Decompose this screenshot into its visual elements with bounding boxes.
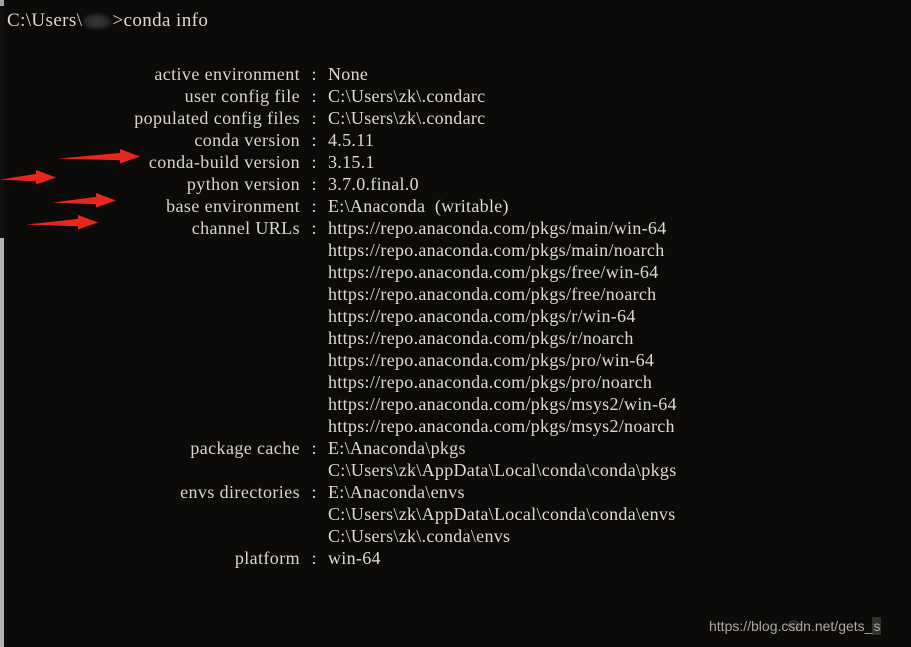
info-row-separator: : — [311, 174, 317, 194]
info-row-value: https://repo.anaconda.com/pkgs/pro/noarc… — [328, 372, 653, 392]
info-row-key: package cache — [190, 438, 300, 458]
info-row-value: 4.5.11 — [328, 130, 375, 150]
prompt-path-prefix: C:\Users\ — [7, 10, 83, 31]
prompt-caret: > — [112, 10, 124, 31]
info-row-separator: : — [311, 482, 317, 502]
info-row-value: https://repo.anaconda.com/pkgs/pro/win-6… — [328, 350, 655, 370]
info-row-value: E:\Anaconda\pkgs — [328, 438, 466, 458]
info-row-separator: : — [311, 108, 317, 128]
info-row: C:\Users\zk\AppData\Local\conda\conda\pk… — [0, 459, 911, 481]
info-row: C:\Users\zk\AppData\Local\conda\conda\en… — [0, 503, 911, 525]
info-row-key: base environment — [166, 196, 300, 216]
info-row-value: C:\Users\zk\AppData\Local\conda\conda\pk… — [328, 460, 677, 480]
info-row: C:\Users\zk\.conda\envs — [0, 525, 911, 547]
info-row-separator: : — [311, 438, 317, 458]
watermark-url-tail: s — [872, 617, 882, 635]
info-row-key: user config file — [184, 86, 300, 106]
info-row-key: populated config files — [134, 108, 300, 128]
info-row-value: 3.7.0.final.0 — [328, 174, 419, 194]
info-row: https://repo.anaconda.com/pkgs/pro/noarc… — [0, 371, 911, 393]
info-row-value: 3.15.1 — [328, 152, 375, 172]
info-row: channel URLs: https://repo.anaconda.com/p… — [0, 217, 911, 239]
info-row-value: https://repo.anaconda.com/pkgs/main/win-… — [328, 218, 667, 238]
info-row-value: None — [328, 64, 369, 84]
info-row-value: win-64 — [328, 548, 381, 568]
info-row-key: conda version — [194, 130, 300, 150]
info-row: base environment: E:\Anaconda (writable) — [0, 195, 911, 217]
info-row-separator: : — [311, 130, 317, 150]
info-row: conda version:4.5.11 — [0, 129, 911, 151]
info-row: platform: win-64 — [0, 547, 911, 569]
info-row-value: https://repo.anaconda.com/pkgs/main/noar… — [328, 240, 665, 260]
info-row: envs directories: E:\Anaconda\envs — [0, 481, 911, 503]
info-row: https://repo.anaconda.com/pkgs/free/noar… — [0, 283, 911, 305]
info-row-value: C:\Users\zk\AppData\Local\conda\conda\en… — [328, 504, 676, 524]
conda-info-terminal-window: C:\Users\ >conda info active environment:… — [0, 0, 911, 647]
info-row-key: active environment — [154, 64, 300, 84]
cut-off-output-line: /opt/conda/envs — [0, 641, 911, 647]
info-row: https://repo.anaconda.com/pkgs/r/win-64 — [0, 305, 911, 327]
info-row: https://repo.anaconda.com/pkgs/free/win-… — [0, 261, 911, 283]
info-row-key: platform — [234, 548, 300, 568]
info-row-value: https://repo.anaconda.com/pkgs/free/win-… — [328, 262, 659, 282]
conda-info-output: active environment: None user config file:… — [0, 63, 911, 569]
info-row-separator: : — [311, 196, 317, 216]
info-row-value: C:\Users\zk\.conda\envs — [328, 526, 511, 546]
info-row-value: https://repo.anaconda.com/pkgs/r/noarch — [328, 328, 634, 348]
info-row: https://repo.anaconda.com/pkgs/pro/win-6… — [0, 349, 911, 371]
typed-command: conda info — [123, 10, 209, 31]
info-row: https://repo.anaconda.com/pkgs/main/noar… — [0, 239, 911, 261]
info-row-separator: : — [311, 64, 317, 84]
info-row: populated config files: C:\Users\zk\.cond… — [0, 107, 911, 129]
info-row-separator: : — [311, 548, 317, 568]
info-row-value: https://repo.anaconda.com/pkgs/r/win-64 — [328, 306, 636, 326]
info-row-value: https://repo.anaconda.com/pkgs/free/noar… — [328, 284, 657, 304]
info-row: https://repo.anaconda.com/pkgs/msys2/win… — [0, 393, 911, 415]
info-row: user config file: C:\Users\zk\.condarc — [0, 85, 911, 107]
csdn-watermark: https://blog.csdn.net/gets_s © — [709, 617, 882, 635]
info-row-value: E:\Anaconda (writable) — [328, 196, 509, 216]
copyright-icon: © — [788, 618, 800, 635]
info-row-value: C:\Users\zk\.condarc — [328, 108, 486, 128]
info-row: python version:3.7.0.final.0 — [0, 173, 911, 195]
info-row: conda-build version:3.15.1 — [0, 151, 911, 173]
info-row: https://repo.anaconda.com/pkgs/r/noarch — [0, 327, 911, 349]
info-row: package cache: E:\Anaconda\pkgs — [0, 437, 911, 459]
info-row-key: python version — [186, 174, 300, 194]
info-row-value: https://repo.anaconda.com/pkgs/msys2/noa… — [328, 416, 675, 436]
info-row: active environment: None — [0, 63, 911, 85]
info-row-separator: : — [311, 152, 317, 172]
info-row-key: conda-build version — [148, 152, 300, 172]
info-row-key: channel URLs — [191, 218, 300, 238]
redacted-username-blob — [82, 13, 113, 29]
info-row-separator: : — [311, 86, 317, 106]
info-row-key: envs directories — [180, 482, 300, 502]
info-row-value: C:\Users\zk\.condarc — [328, 86, 486, 106]
info-row-separator: : — [311, 218, 317, 238]
info-row-value: E:\Anaconda\envs — [328, 482, 465, 502]
info-row-value: https://repo.anaconda.com/pkgs/msys2/win… — [328, 394, 677, 414]
info-row: https://repo.anaconda.com/pkgs/msys2/noa… — [0, 415, 911, 437]
command-prompt-line: C:\Users\ >conda info — [7, 10, 208, 32]
